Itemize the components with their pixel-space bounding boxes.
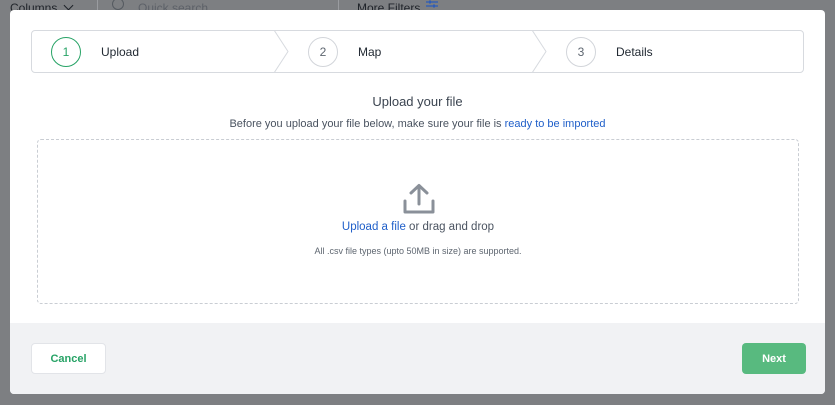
step-label: Upload [101,44,140,59]
import-stepper: 1 Upload 2 Map 3 Details [31,30,804,73]
cancel-button[interactable]: Cancel [31,343,106,374]
ready-to-import-link[interactable]: ready to be imported [505,118,606,130]
upload-instruction: Upload a file or drag and drop [38,221,798,233]
modal-footer: Cancel Next [10,323,825,394]
upload-title: Upload your file [372,94,463,109]
step-number-circle: 1 [51,36,81,67]
filter-sliders-icon [426,0,438,8]
upload-file-link[interactable]: Upload a file [342,221,406,233]
upload-subtitle: Before you upload your file below, make … [10,118,825,130]
file-dropzone[interactable]: Upload a file or drag and drop All .csv … [37,139,799,304]
background-divider [97,0,98,10]
step-details[interactable]: 3 Details [566,31,653,72]
chevron-right-icon [532,31,547,72]
search-icon [112,0,124,10]
step-map[interactable]: 2 Map [308,31,381,72]
chevron-right-icon [274,31,289,72]
step-upload[interactable]: 1 Upload [51,31,139,72]
step-number-circle: 3 [566,36,596,67]
upload-arrow-icon [403,184,435,214]
next-button[interactable]: Next [742,343,806,374]
drag-and-drop-text: or drag and drop [409,221,495,233]
chevron-down-icon [63,0,74,11]
step-label: Details [616,44,653,59]
upload-subtitle-text: Before you upload your file below, make … [229,118,502,130]
import-modal: 1 Upload 2 Map 3 Details Upload your fil… [10,10,825,394]
supported-file-types-hint: All .csv file types (upto 50MB in size) … [314,246,522,256]
step-number-circle: 2 [308,36,338,67]
background-divider [338,0,339,10]
step-label: Map [358,44,382,59]
